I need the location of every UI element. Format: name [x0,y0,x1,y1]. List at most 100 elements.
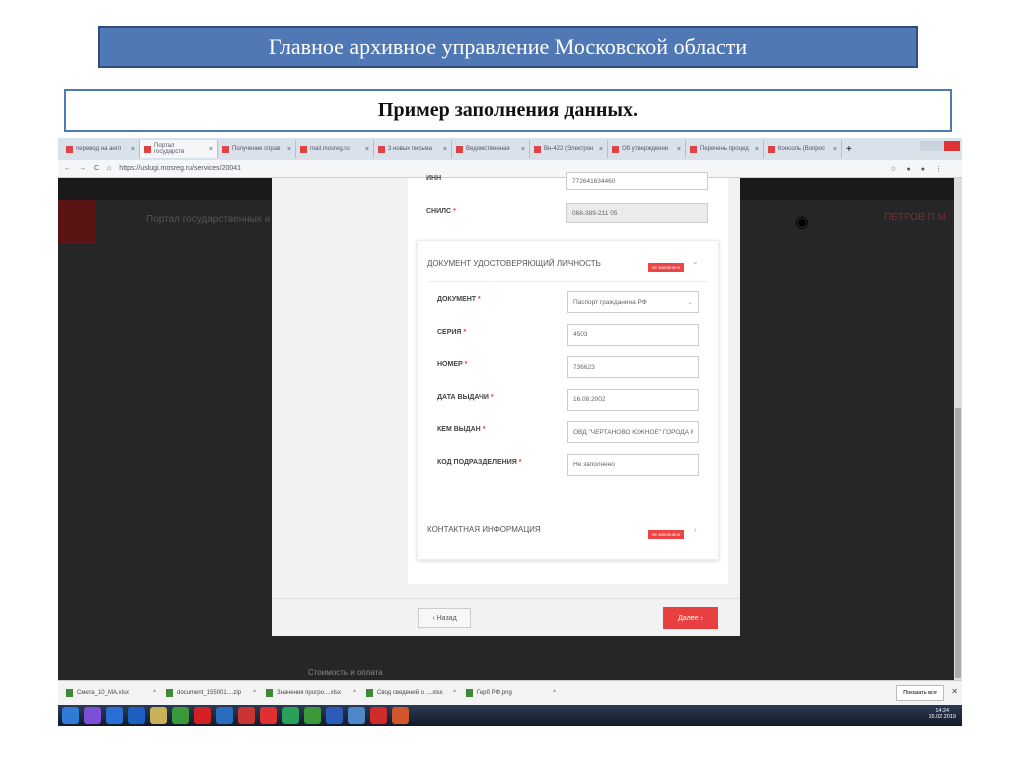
browser-tab[interactable]: Об утверждении × [608,140,686,158]
favicon-icon [612,145,619,153]
field-input[interactable]: 16.08.2002 [567,388,699,411]
clock: 14:24 15.02.2019 [928,708,956,720]
chevron-up-icon: ^ [553,690,556,696]
file-icon [166,689,173,697]
taskbar-app-icon[interactable] [260,707,277,724]
browser-tab[interactable]: Вн-422 (Электрон × [530,140,608,158]
download-item[interactable]: document_155001....zip ^ [166,689,266,697]
back-button[interactable]: ‹ Назад [418,608,471,628]
chevron-right-icon[interactable]: › [694,525,697,534]
taskbar-app-icon[interactable] [150,707,167,724]
download-item[interactable]: Герб РФ.png ^ [466,689,566,697]
section-title[interactable]: ДОКУМЕНТ УДОСТОВЕРЯЮЩИЙ ЛИЧНОСТЬ [427,259,601,268]
browser-tab[interactable]: Перечень процед × [686,140,764,158]
tab-label: Об утверждении [622,146,669,152]
tab-label: перевод на англ [76,146,122,152]
close-tab-icon[interactable]: × [677,146,681,153]
taskbar-app-icon[interactable] [282,707,299,724]
forward-icon[interactable]: → [79,165,86,172]
browser-tab[interactable]: Консоль (Вопрос × [764,140,842,158]
field-label: НОМЕР * [437,361,468,368]
browser-tab[interactable]: Ведомственная × [452,140,530,158]
taskbar-app-icon[interactable] [128,707,145,724]
user-name[interactable]: ПЕТРОВ П.М. [884,212,949,223]
field-input[interactable]: 4503 [567,323,699,346]
page: Портал государственных и му ◉ ПЕТРОВ П.М… [58,172,962,680]
back-icon[interactable]: ← [64,165,71,172]
close-tab-icon[interactable]: × [833,146,837,153]
star-icon[interactable]: ☆●●⋮ [890,165,952,173]
browser-tab[interactable]: перевод на англ × [62,140,140,158]
show-all-button[interactable]: Показать все [896,685,944,701]
home-icon[interactable]: ⌂ [107,165,111,172]
browser-tab[interactable]: Портал государств × [140,140,218,158]
favicon-icon [534,145,541,153]
file-icon [66,689,73,697]
tab-label: Перечень процед [700,146,749,152]
taskbar-app-icon[interactable] [84,707,101,724]
file-icon [266,689,273,697]
taskbar-app-icon[interactable] [370,707,387,724]
close-tab-icon[interactable]: × [365,146,369,153]
download-item[interactable]: Смета_10_МА.xlsx ^ [66,689,166,697]
download-item[interactable]: Свод сведений о ....xlsx ^ [366,689,466,697]
form-modal: ИНН 772641634460 СНИЛС * 068-389-211 05 … [272,172,740,636]
tab-label: Получение справ [232,146,281,152]
reload-icon[interactable]: C [94,165,99,172]
chevron-up-icon: ^ [253,690,256,696]
taskbar-app-icon[interactable] [216,707,233,724]
file-icon [466,689,473,697]
field-input[interactable]: 736623 [567,356,699,378]
field-input[interactable]: Не заполнено [567,453,699,476]
close-tab-icon[interactable]: × [443,146,447,153]
favicon-icon [690,145,697,153]
close-tab-icon[interactable]: × [209,146,213,153]
inn-label: ИНН [426,175,442,182]
field-input[interactable]: Паспорт гражданина РФ ⌄ [567,291,699,313]
field-label: СЕРИЯ * [437,328,467,336]
favicon-icon [456,145,463,153]
close-tab-icon[interactable]: × [287,146,291,153]
browser-tab[interactable]: mail.mosreg.ru × [296,140,374,158]
field-input[interactable]: ОВД "ЧЕРТАНОВО ЮЖНОЕ" ГОРОДА М [567,421,699,443]
field-label: КЕМ ВЫДАН * [437,426,486,433]
close-tab-icon[interactable]: × [131,146,135,153]
close-icon[interactable]: ✕ [951,687,958,696]
file-icon [366,689,373,697]
close-tab-icon[interactable]: × [521,146,525,153]
browser-tab[interactable]: Получение справ × [218,140,296,158]
url[interactable]: https://uslugi.mosreg.ru/services/20041 [119,165,241,172]
tab-label: 3 новых письма [388,146,433,152]
browser-tab[interactable]: 3 новых письма × [374,140,452,158]
favicon-icon [300,145,307,153]
next-button[interactable]: Далее › [663,607,718,629]
window-controls[interactable] [920,141,960,151]
taskbar-app-icon[interactable] [304,707,321,724]
address-bar[interactable]: ← → C ⌂ https://uslugi.mosreg.ru/services/2… [58,160,962,178]
taskbar-app-icon[interactable] [348,707,365,724]
tab-label: mail.mosreg.ru [310,146,350,152]
form-card: ИНН 772641634460 СНИЛС * 068-389-211 05 … [408,172,728,584]
close-tab-icon[interactable]: × [599,146,603,153]
inn-input[interactable]: 772641634460 [566,172,708,190]
scrollbar[interactable] [954,178,962,680]
taskbar-app-icon[interactable] [106,707,123,724]
close-tab-icon[interactable]: × [755,146,759,153]
taskbar-app-icon[interactable] [172,707,189,724]
taskbar-app-icon[interactable] [62,707,79,724]
chevron-up-icon: ^ [353,690,356,696]
taskbar-app-icon[interactable] [326,707,343,724]
taskbar-app-icon[interactable] [238,707,255,724]
chevron-up-icon: ^ [153,690,156,696]
taskbar-app-icon[interactable] [392,707,409,724]
status-badge: не заполнено [648,263,685,272]
favicon-icon [768,145,775,153]
chevron-down-icon[interactable]: ⌄ [692,257,699,266]
download-item[interactable]: Значения прогро....xlsx ^ [266,689,366,697]
eye-icon[interactable]: ◉ [795,212,809,232]
contact-section-title[interactable]: КОНТАКТНАЯ ИНФОРМАЦИЯ [427,525,541,534]
taskbar-app-icon[interactable] [194,707,211,724]
snils-label: СНИЛС [426,208,452,215]
new-tab-button[interactable]: + [842,144,856,155]
menu-button[interactable] [58,200,96,244]
